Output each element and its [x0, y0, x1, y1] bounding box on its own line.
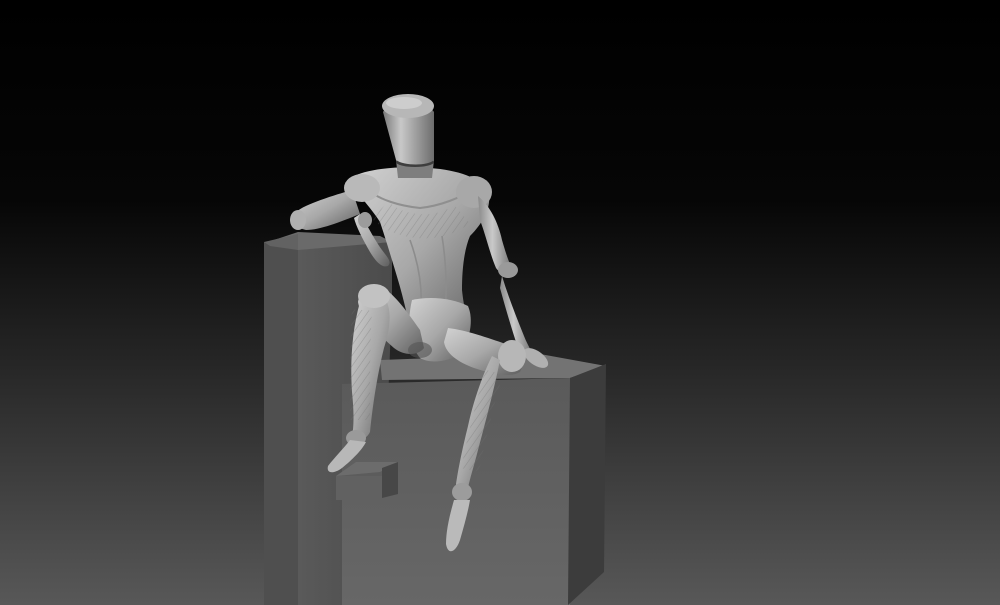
sculpt-viewport[interactable] — [0, 0, 1000, 605]
viewport-canvas — [0, 0, 1000, 605]
